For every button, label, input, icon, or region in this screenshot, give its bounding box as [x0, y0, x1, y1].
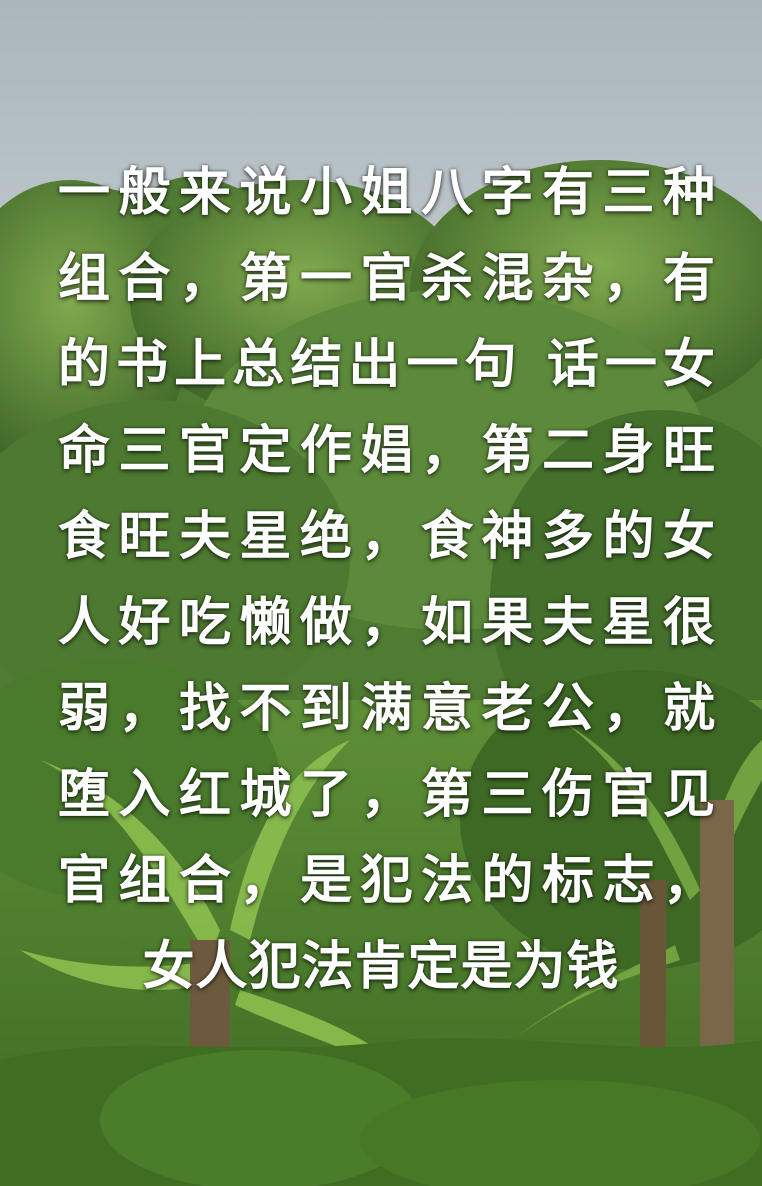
caption-line-9: 官组合，是犯法的标志， — [58, 851, 716, 911]
caption-line-4: 命三官定作娼，第二身旺 — [58, 421, 716, 481]
caption-line-10: 女人犯法肯定是为钱 — [142, 937, 620, 997]
caption-text-block: 一般来说小姐八字有三种 组合，第一官杀混杂，有 的书上总结出一句 话一女 命三官… — [0, 150, 762, 1010]
bush-foreground — [100, 1050, 420, 1186]
caption-line-3: 的书上总结出一句 话一女 — [58, 335, 716, 395]
caption-line-5: 食旺夫星绝，食神多的女 — [58, 507, 716, 567]
caption-line-7: 弱，找不到满意老公，就 — [58, 679, 716, 739]
caption-line-6: 人好吃懒做，如果夫星很 — [58, 593, 716, 653]
caption-line-8: 堕入红城了，第三伤官见 — [58, 765, 716, 825]
caption-line-2: 组合，第一官杀混杂，有 — [58, 249, 716, 309]
caption-line-1: 一般来说小姐八字有三种 — [58, 163, 716, 223]
